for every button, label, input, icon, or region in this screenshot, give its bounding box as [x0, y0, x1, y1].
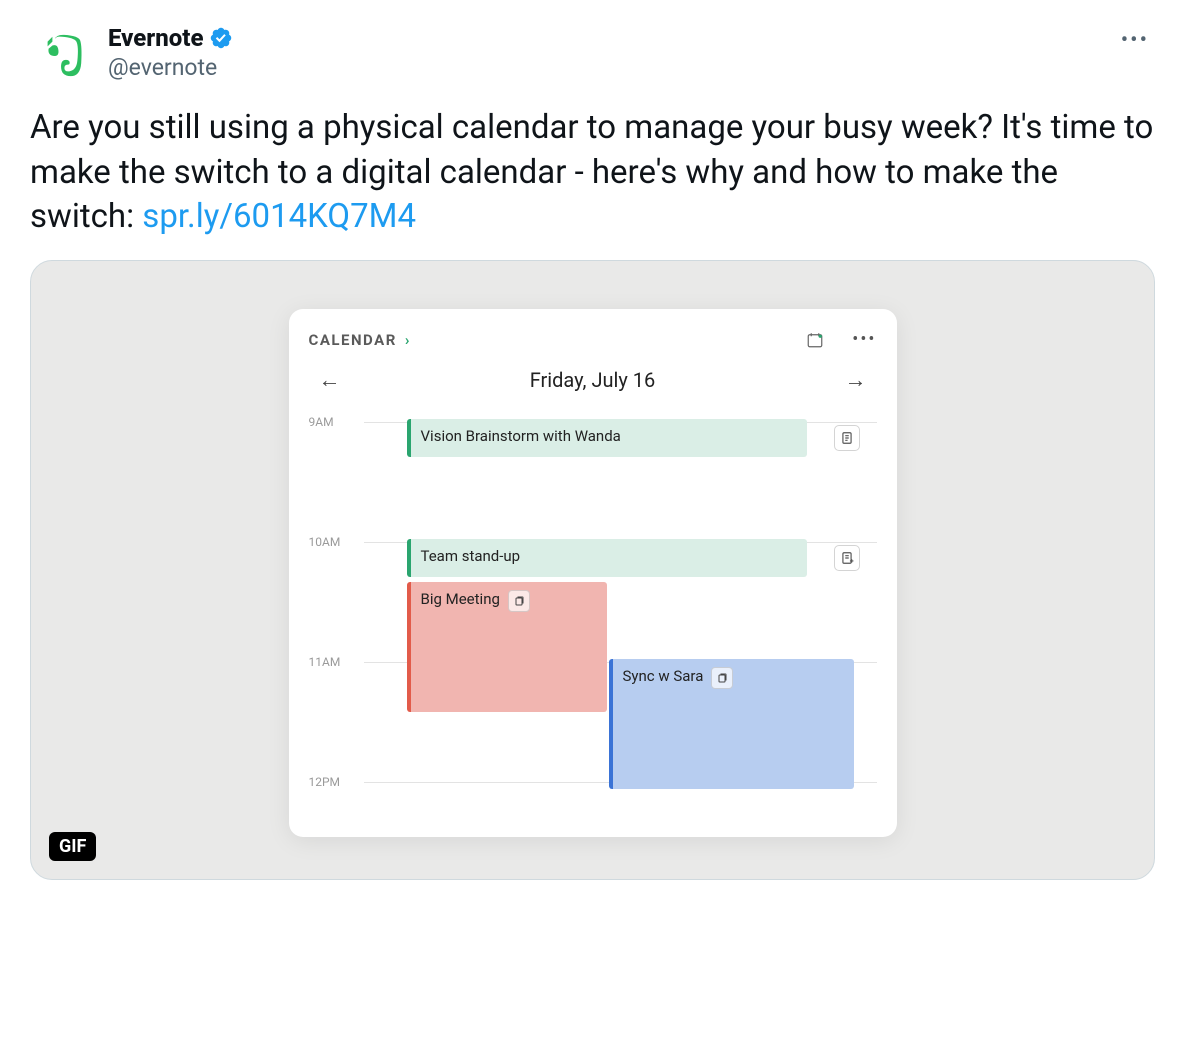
tweet-header-left: Evernote @evernote — [30, 24, 233, 88]
event-title: Vision Brainstorm with Wanda — [421, 427, 621, 445]
calendar-more-icon[interactable]: ••• — [852, 331, 876, 349]
evernote-logo-icon — [38, 32, 86, 80]
user-info: Evernote @evernote — [108, 24, 233, 81]
prev-arrow-icon[interactable]: ← — [311, 363, 349, 397]
display-name[interactable]: Evernote — [108, 24, 203, 52]
gif-badge: GIF — [49, 832, 96, 861]
user-line: Evernote — [108, 24, 233, 52]
event-title: Team stand-up — [421, 547, 521, 565]
calendar-title: CALENDAR — [309, 331, 397, 349]
verified-badge-icon — [209, 26, 233, 50]
note-add-icon — [840, 551, 854, 565]
calendar-date: Friday, July 16 — [530, 368, 656, 392]
tweet-link[interactable]: spr.ly/6014KQ7M4 — [142, 197, 416, 236]
add-calendar-icon[interactable] — [806, 331, 824, 349]
event-title: Sync w Sara — [623, 667, 704, 685]
calendar-grid: 9AM 10AM 11AM 12PM Vision Brainstorm wit… — [309, 407, 877, 827]
event-item[interactable]: Big Meeting — [407, 582, 607, 712]
chevron-right-icon: › — [405, 331, 410, 349]
calendar-top-actions: ••• — [806, 331, 876, 349]
note-button[interactable] — [834, 425, 860, 451]
tweet-body: Are you still using a physical calendar … — [30, 106, 1155, 240]
tweet-header: Evernote @evernote ••• — [30, 24, 1155, 88]
calendar-panel: CALENDAR › ••• ← Friday, July 16 → 9AM — [289, 309, 897, 837]
hour-label: 10AM — [309, 535, 364, 551]
more-options-button[interactable]: ••• — [1115, 24, 1155, 58]
events-layer: Vision Brainstorm with Wanda Team stand-… — [379, 407, 877, 827]
event-title: Big Meeting — [421, 590, 500, 608]
next-arrow-icon[interactable]: → — [836, 363, 874, 397]
media-card[interactable]: CALENDAR › ••• ← Friday, July 16 → 9AM — [30, 260, 1155, 880]
note-stack-icon[interactable] — [508, 590, 530, 612]
calendar-title-wrap[interactable]: CALENDAR › — [309, 331, 410, 349]
note-icon — [840, 431, 854, 445]
avatar[interactable] — [30, 24, 94, 88]
event-item[interactable]: Sync w Sara — [609, 659, 854, 789]
add-note-button[interactable] — [834, 545, 860, 571]
calendar-top-bar: CALENDAR › ••• — [309, 331, 877, 349]
user-handle[interactable]: @evernote — [108, 54, 233, 81]
note-stack-icon[interactable] — [711, 667, 733, 689]
event-item[interactable]: Team stand-up — [407, 539, 807, 577]
hour-label: 9AM — [309, 415, 364, 431]
event-item[interactable]: Vision Brainstorm with Wanda — [407, 419, 807, 457]
hour-label: 11AM — [309, 655, 364, 671]
hour-label: 12PM — [309, 775, 364, 791]
calendar-nav: ← Friday, July 16 → — [309, 363, 877, 397]
